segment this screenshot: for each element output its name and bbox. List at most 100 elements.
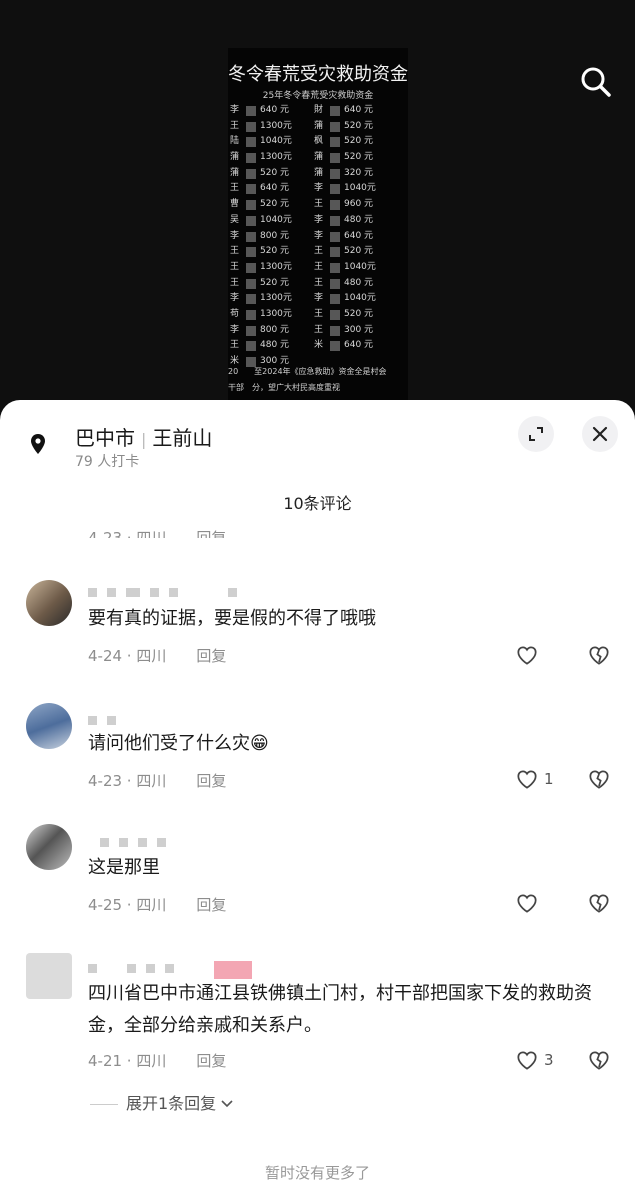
redaction-mark — [246, 215, 256, 226]
comment-date: 4-23 · 四川 — [88, 529, 167, 538]
notice-row: 李 1300元 李 1040元 — [230, 291, 406, 307]
notice-row: 李 800 元 王 300 元 — [230, 323, 406, 339]
username-blurred — [88, 832, 176, 847]
notice-row: 曹 520 元 王 960 元 — [230, 197, 406, 213]
heart-icon — [517, 1051, 537, 1070]
avatar[interactable] — [26, 580, 72, 626]
divider — [90, 1104, 118, 1105]
redaction-mark — [330, 278, 340, 289]
comment-text: 四川省巴中市通江县铁佛镇土门村，村干部把国家下发的救助资金，全部分给亲戚和关系户… — [88, 983, 592, 1036]
search-icon — [581, 67, 611, 97]
notice-amount: 1300元 — [260, 261, 292, 272]
video-background[interactable]: 冬令春荒受灾救助资金 25年冬令春荒受灾救助资金 李 640 元財 640 元王 13… — [0, 0, 635, 420]
notice-name: 李 — [314, 214, 324, 225]
search-button[interactable] — [576, 62, 616, 102]
notice-name: 枫 — [314, 136, 324, 147]
redaction-mark — [246, 137, 256, 148]
dislike-button[interactable] — [586, 766, 612, 792]
notice-name: 王 — [314, 199, 324, 210]
notice-amount: 1300元 — [260, 152, 292, 163]
dislike-button[interactable] — [586, 890, 612, 916]
notice-name: 王 — [314, 324, 324, 335]
notice-name: 蒲 — [314, 120, 324, 131]
reply-button[interactable]: 回复 — [196, 772, 226, 790]
notice-amount: 300 元 — [344, 324, 374, 335]
redaction-mark — [246, 262, 256, 273]
reply-button[interactable]: 回复 — [196, 529, 226, 538]
notice-amount: 1040元 — [344, 183, 376, 194]
partial-comment-meta: 4-23 · 四川 回复 — [88, 518, 226, 538]
notice-amount: 520 元 — [260, 167, 290, 178]
reply-button[interactable]: 回复 — [196, 647, 226, 665]
redaction-mark — [330, 325, 340, 336]
redaction-mark — [330, 137, 340, 148]
heart-icon — [517, 770, 537, 789]
comment-meta: 4-24 · 四川 回复 — [88, 645, 226, 666]
redaction-mark — [246, 278, 256, 289]
broken-heart-icon — [589, 646, 609, 665]
notice-amount: 480 元 — [344, 277, 374, 288]
redaction-mark — [330, 294, 340, 305]
notice-amount: 520 元 — [344, 246, 374, 257]
notice-name: 王 — [314, 308, 324, 319]
redaction-mark — [246, 200, 256, 211]
like-button[interactable] — [514, 890, 544, 916]
notice-amount: 520 元 — [344, 136, 374, 147]
redaction-mark — [246, 153, 256, 164]
location-title[interactable]: 巴中市 | 王前山 — [75, 422, 212, 451]
redaction-mark — [246, 106, 256, 116]
notice-name: 王 — [230, 277, 240, 288]
notice-name: 李 — [230, 230, 240, 241]
like-button[interactable]: 1 — [514, 766, 554, 792]
reply-button[interactable]: 回复 — [196, 1052, 226, 1070]
notice-name: 蒲 — [230, 167, 240, 178]
notice-amount: 1300元 — [260, 308, 292, 319]
redaction-mark — [330, 247, 340, 258]
location-place: 王前山 — [152, 426, 213, 450]
redaction-mark — [330, 262, 340, 273]
notice-name: 王 — [314, 277, 324, 288]
notice-name: 王 — [230, 120, 240, 131]
notice-footer-line1: 20 至2024年《应急救助》资金全是村会 — [228, 367, 387, 376]
notice-row: 王 1300元 蒲 520 元 — [230, 119, 406, 135]
like-button[interactable] — [514, 642, 544, 668]
redaction-mark — [246, 168, 256, 179]
redaction-mark — [246, 231, 256, 242]
notice-name: 李 — [314, 230, 324, 241]
notice-amount: 960 元 — [344, 199, 374, 210]
notice-document: 冬令春荒受灾救助资金 25年冬令春荒受灾救助资金 李 640 元財 640 元王 13… — [228, 48, 408, 420]
notice-name: 王 — [230, 183, 240, 194]
notice-subtitle: 25年冬令春荒受灾救助资金 — [262, 91, 374, 101]
notice-amount: 640 元 — [344, 105, 374, 115]
redaction-mark — [330, 153, 340, 164]
notice-name: 米 — [314, 340, 324, 351]
redaction-mark — [330, 309, 340, 320]
redaction-mark — [246, 184, 256, 195]
notice-row: 王 520 元 王 480 元 — [230, 276, 406, 292]
username-blurred — [88, 710, 126, 725]
dislike-button[interactable] — [586, 1047, 612, 1073]
notice-row: 王 640 元 李 1040元 — [230, 181, 406, 197]
close-button[interactable] — [582, 416, 618, 452]
expand-replies-button[interactable]: 展开1条回复 — [90, 1090, 233, 1114]
redaction-mark — [330, 121, 340, 132]
broken-heart-icon — [589, 770, 609, 789]
comment-date: 4-24 · 四川 — [88, 647, 167, 665]
dislike-button[interactable] — [586, 642, 612, 668]
notice-amount: 320 元 — [344, 167, 374, 178]
username-blurred — [88, 958, 262, 979]
like-count: 1 — [544, 770, 554, 788]
broken-heart-icon — [589, 894, 609, 913]
notice-name: 李 — [230, 105, 240, 115]
avatar[interactable] — [26, 953, 72, 999]
avatar[interactable] — [26, 703, 72, 749]
comment-text: 要有真的证据，要是假的不得了哦哦 — [88, 608, 376, 629]
reply-button[interactable]: 回复 — [196, 896, 226, 914]
like-button[interactable]: 3 — [514, 1047, 554, 1073]
comment-date: 4-23 · 四川 — [88, 772, 167, 790]
avatar[interactable] — [26, 824, 72, 870]
notice-amount: 1300元 — [260, 120, 292, 131]
expand-button[interactable] — [518, 416, 554, 452]
notice-amount: 640 元 — [260, 183, 290, 194]
location-separator: | — [141, 430, 147, 449]
